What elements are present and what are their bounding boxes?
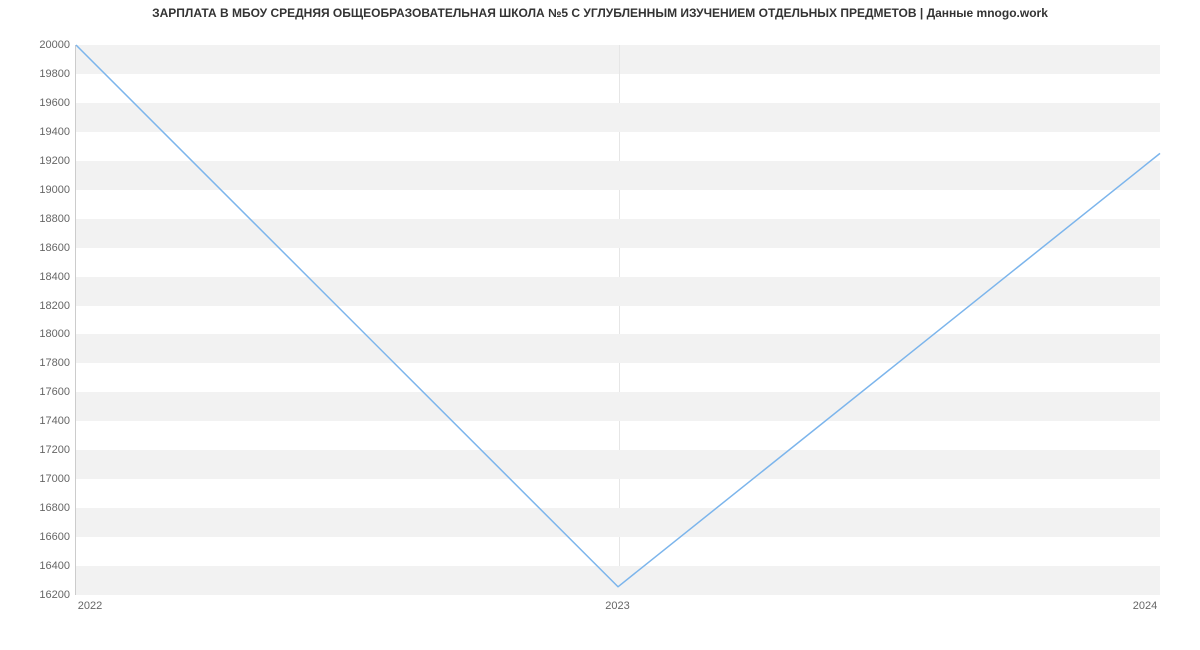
series-line (76, 45, 1160, 587)
y-tick-label: 18800 (10, 213, 70, 225)
y-tick-label: 20000 (10, 39, 70, 51)
y-tick-label: 17200 (10, 444, 70, 456)
y-tick-label: 16200 (10, 589, 70, 601)
y-tick-label: 18400 (10, 271, 70, 283)
y-tick-label: 19400 (10, 126, 70, 138)
y-tick-label: 17600 (10, 386, 70, 398)
y-tick-label: 19600 (10, 97, 70, 109)
y-tick-label: 16400 (10, 560, 70, 572)
chart-container: ЗАРПЛАТА В МБОУ СРЕДНЯЯ ОБЩЕОБРАЗОВАТЕЛЬ… (0, 0, 1200, 650)
y-tick-label: 18600 (10, 242, 70, 254)
y-tick-label: 19800 (10, 68, 70, 80)
y-tick-label: 17800 (10, 357, 70, 369)
x-tick-label: 2023 (605, 600, 629, 612)
y-tick-label: 19000 (10, 184, 70, 196)
x-tick-label: 2022 (78, 600, 102, 612)
plot-area (75, 45, 1160, 595)
y-tick-label: 17400 (10, 415, 70, 427)
y-tick-label: 18200 (10, 300, 70, 312)
y-tick-label: 17000 (10, 473, 70, 485)
y-tick-label: 19200 (10, 155, 70, 167)
y-tick-label: 18000 (10, 328, 70, 340)
chart-title: ЗАРПЛАТА В МБОУ СРЕДНЯЯ ОБЩЕОБРАЗОВАТЕЛЬ… (0, 6, 1200, 20)
y-tick-label: 16800 (10, 502, 70, 514)
y-tick-label: 16600 (10, 531, 70, 543)
x-tick-label: 2024 (1133, 600, 1157, 612)
series-layer (76, 45, 1160, 594)
